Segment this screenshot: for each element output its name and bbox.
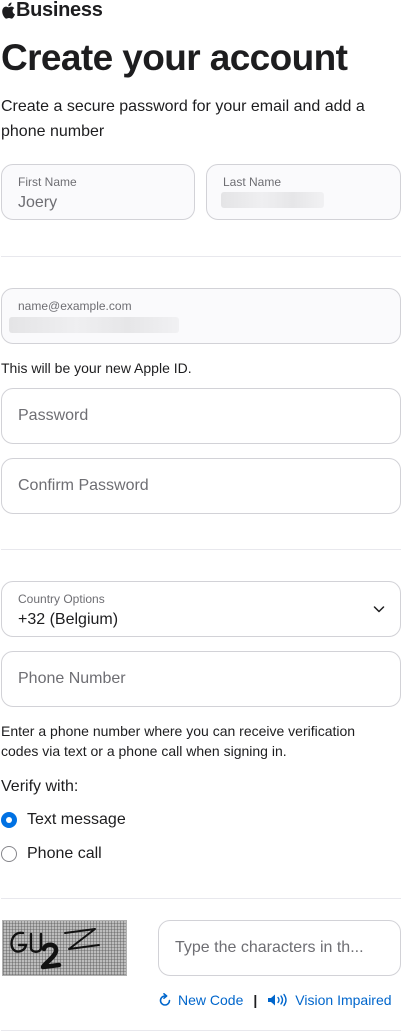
brand-name: Business	[16, 0, 103, 21]
email-label: name@example.com	[18, 299, 132, 313]
first-name-value: Joery	[18, 194, 58, 211]
last-name-redacted-value	[221, 192, 324, 208]
speaker-icon	[268, 993, 287, 1007]
verify-text-message-label: Text message	[27, 811, 126, 828]
vision-impaired-label: Vision Impaired	[295, 992, 392, 1008]
page-subtitle: Create a secure password for your email …	[1, 98, 365, 140]
apple-logo-icon	[2, 2, 15, 19]
phone-helper-text: Enter a phone number where you can recei…	[1, 723, 356, 759]
captcha-actions: New Code | Vision Impaired	[158, 990, 392, 1010]
last-name-label: Last Name	[223, 175, 282, 189]
new-code-label: New Code	[178, 992, 244, 1008]
brand-logo[interactable]: Business	[1, 0, 103, 20]
password-placeholder: Password	[18, 407, 89, 424]
phone-number-field[interactable]: Phone Number	[1, 651, 401, 707]
section-divider	[1, 256, 401, 257]
links-separator: |	[253, 992, 258, 1008]
first-name-label: First Name	[18, 175, 77, 189]
country-select[interactable]: Country Options +32 (Belgium)	[1, 581, 401, 637]
captcha-input-placeholder: Type the characters in th...	[175, 939, 364, 956]
section-divider	[1, 549, 401, 550]
new-code-link[interactable]: New Code	[158, 992, 243, 1008]
captcha-input[interactable]: Type the characters in th...	[158, 920, 401, 976]
verify-phone-call-label: Phone call	[27, 845, 102, 862]
verify-text-message-option[interactable]: Text message	[1, 809, 126, 831]
phone-number-placeholder: Phone Number	[18, 670, 126, 687]
captcha-characters	[10, 928, 100, 970]
radio-unselected-icon[interactable]	[1, 846, 17, 862]
email-helper-text: This will be your new Apple ID.	[1, 360, 192, 376]
page-title: Create your account	[1, 37, 348, 78]
captcha-image	[2, 920, 127, 976]
section-divider	[1, 898, 401, 899]
verify-phone-call-option[interactable]: Phone call	[1, 843, 102, 865]
refresh-icon	[159, 993, 171, 1006]
country-select-value: +32 (Belgium)	[18, 611, 119, 628]
password-field[interactable]: Password	[1, 388, 401, 444]
confirm-password-field[interactable]: Confirm Password	[1, 458, 401, 514]
confirm-password-placeholder: Confirm Password	[18, 477, 149, 494]
radio-selected-icon[interactable]	[1, 812, 17, 828]
first-name-field[interactable]: First Name Joery	[1, 164, 195, 220]
country-select-label: Country Options	[18, 592, 105, 606]
vision-impaired-link[interactable]: Vision Impaired	[267, 992, 392, 1008]
last-name-field[interactable]: Last Name	[206, 164, 401, 220]
chevron-down-icon	[373, 606, 385, 613]
email-field[interactable]: name@example.com	[1, 288, 401, 344]
verify-with-label: Verify with:	[1, 778, 79, 795]
section-divider	[1, 1030, 401, 1031]
email-redacted-value	[9, 317, 179, 333]
